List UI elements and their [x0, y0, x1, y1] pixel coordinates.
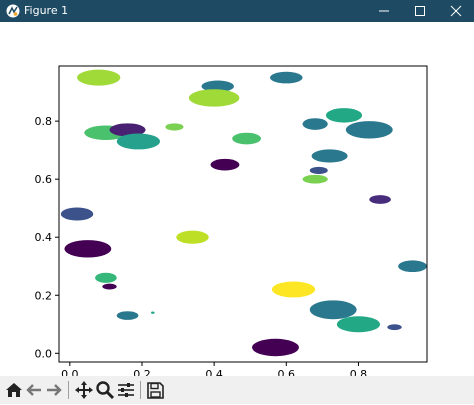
- forward-button[interactable]: [43, 379, 65, 401]
- ellipse-point: [210, 158, 240, 171]
- figure-canvas[interactable]: 0.0 0.2 0.4 0.6 0.8 0.0 0.2 0.4 0.6 0.8: [0, 22, 474, 381]
- window-title: Figure 1: [24, 4, 69, 17]
- zoom-button[interactable]: [94, 379, 116, 401]
- ellipse-point: [151, 311, 155, 314]
- x-tick-label: 0.0: [61, 368, 79, 376]
- toolbar-separator: [140, 381, 141, 399]
- ellipse-point: [252, 338, 299, 357]
- y-tick-label: 0.6: [35, 173, 53, 186]
- ellipse-point: [116, 133, 161, 150]
- maximize-button[interactable]: [402, 0, 438, 22]
- x-axis: 0.0 0.2 0.4 0.6 0.8: [61, 362, 368, 381]
- ellipse-point: [398, 260, 427, 273]
- configure-subplots-button[interactable]: [115, 379, 137, 401]
- ellipse-point: [311, 149, 348, 163]
- app-icon: [6, 4, 20, 18]
- y-tick-label: 0.4: [35, 231, 53, 244]
- forward-icon: [47, 384, 62, 396]
- ellipse-point: [102, 283, 117, 290]
- scatter-plot: 0.0 0.2 0.4 0.6 0.8 0.0 0.2 0.4 0.6 0.8: [35, 65, 428, 381]
- navigation-toolbar: [0, 376, 474, 404]
- ellipse-point: [77, 69, 121, 86]
- ellipse-point: [387, 324, 402, 331]
- y-tick-label: 0.8: [35, 115, 53, 128]
- window-titlebar: Figure 1: [0, 0, 474, 22]
- ellipse-point: [369, 195, 391, 204]
- ellipse-point: [60, 207, 94, 221]
- home-button[interactable]: [3, 379, 25, 401]
- ellipse-point: [302, 174, 328, 184]
- y-axis: 0.0 0.2 0.4 0.6 0.8: [35, 115, 59, 360]
- ellipse-point: [188, 89, 240, 107]
- ellipse-point: [345, 121, 393, 139]
- ellipse-point: [232, 132, 262, 145]
- y-tick-label: 0.0: [35, 347, 53, 360]
- ellipse-point: [325, 108, 363, 123]
- save-icon: [147, 382, 164, 399]
- x-tick-label: 0.8: [350, 368, 368, 376]
- ellipse-point: [309, 300, 357, 320]
- maximize-icon: [415, 6, 425, 16]
- pan-icon: [75, 381, 93, 399]
- plot-marks: [60, 69, 427, 357]
- ellipse-point: [176, 230, 209, 244]
- zoom-icon: [96, 381, 115, 400]
- home-icon: [6, 383, 22, 397]
- save-button[interactable]: [144, 379, 166, 401]
- axes-frame: [58, 65, 428, 363]
- configure-subplots-icon: [118, 383, 134, 397]
- ellipse-point: [309, 166, 328, 175]
- close-icon: [450, 5, 462, 17]
- x-tick-label: 0.4: [205, 368, 223, 376]
- back-button[interactable]: [23, 379, 45, 401]
- ellipse-point: [302, 118, 328, 130]
- ellipse-point: [64, 240, 112, 258]
- y-tick-label: 0.2: [35, 289, 53, 302]
- x-tick-label: 0.6: [278, 368, 296, 376]
- ellipse-point: [165, 123, 184, 131]
- pan-button[interactable]: [73, 379, 95, 401]
- x-tick-label: 0.2: [133, 368, 151, 376]
- minimize-button[interactable]: [366, 0, 402, 22]
- toolbar-separator: [68, 381, 69, 399]
- close-button[interactable]: [438, 0, 474, 22]
- minimize-icon: [379, 10, 389, 12]
- ellipse-point: [271, 281, 316, 298]
- ellipse-point: [270, 71, 303, 84]
- back-icon: [26, 384, 41, 396]
- ellipse-point: [116, 311, 139, 320]
- ellipse-point: [336, 316, 381, 333]
- ellipse-point: [95, 272, 117, 283]
